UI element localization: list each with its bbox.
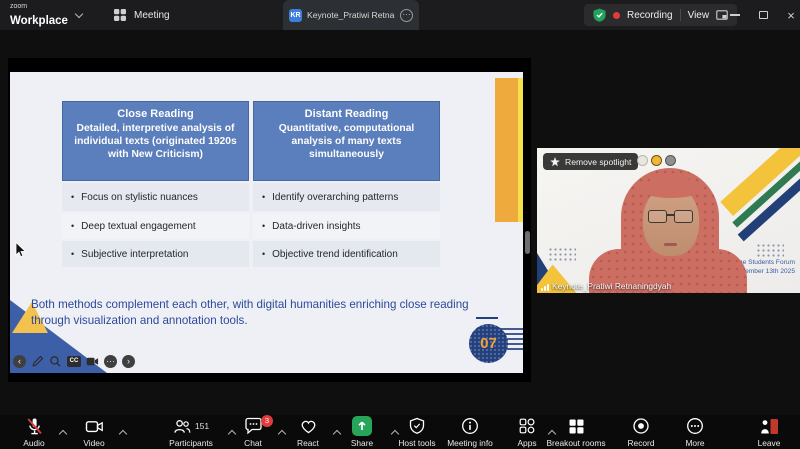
table-header-close-reading: Close Reading Detailed, interpretive ana… xyxy=(62,101,249,181)
table-cell: Identify overarching patterns xyxy=(272,192,398,203)
participant-name-label: Keynote_Pratiwi Retnaningdyah xyxy=(541,281,671,291)
speaker-hijab-brim xyxy=(639,178,703,198)
gallery-icon xyxy=(113,8,127,22)
view-button[interactable]: View xyxy=(688,10,710,21)
camera-icon xyxy=(85,418,104,435)
tab-keynote-document[interactable]: KR Keynote_Pratiwi Retnaningdyah's ··· xyxy=(283,0,419,30)
remove-spotlight-label: Remove spotlight xyxy=(565,157,631,167)
security-shield-icon[interactable] xyxy=(593,8,606,22)
restore-button[interactable] xyxy=(749,0,777,30)
bullet-icon: • xyxy=(262,192,265,202)
page-number-badge: 07 xyxy=(469,324,508,363)
table-cell: Objective trend identification xyxy=(272,249,398,260)
audio-level-icon xyxy=(541,284,549,291)
table-header-distant-reading: Distant Reading Quantitative, computatio… xyxy=(253,101,440,181)
table-row: • Deep textual engagement • Data-driven in… xyxy=(62,213,440,239)
table-cell: Focus on stylistic nuances xyxy=(81,192,198,203)
page-logo-dash xyxy=(476,317,498,319)
slide-footer-text: Both methods complement each other, with… xyxy=(31,297,507,329)
shield-icon xyxy=(408,417,426,435)
bullet-icon: • xyxy=(71,221,74,231)
zoom-logo-text: zoom xyxy=(10,3,68,11)
more-button[interactable]: More xyxy=(653,417,737,448)
leave-button[interactable]: Leave xyxy=(727,417,800,448)
recording-dot-icon xyxy=(613,12,620,19)
org-logo-icon xyxy=(637,155,648,166)
bullet-icon: • xyxy=(262,221,265,231)
bullet-icon: • xyxy=(71,192,74,202)
magnifier-icon xyxy=(49,355,62,368)
restore-icon xyxy=(759,11,768,19)
shared-screen-view[interactable]: Close Reading Detailed, interpretive ana… xyxy=(8,58,531,382)
heart-icon xyxy=(299,417,318,435)
zoom-workplace-logo[interactable]: zoom Workplace xyxy=(10,3,68,29)
forward-arrow-icon: › xyxy=(122,355,135,368)
mic-muted-icon xyxy=(25,417,44,436)
share-screen-icon xyxy=(352,416,372,436)
close-icon: × xyxy=(787,9,795,22)
more-icon xyxy=(686,417,704,435)
zoom-window: zoom Workplace Meeting KR Keynote_Pratiw… xyxy=(0,0,800,449)
comparison-table: Close Reading Detailed, interpretive ana… xyxy=(62,101,440,267)
column-title: Close Reading xyxy=(70,107,241,121)
share-scrollbar-thumb[interactable] xyxy=(525,231,530,254)
meeting-content-area: Close Reading Detailed, interpretive ana… xyxy=(0,30,800,415)
bullet-icon: • xyxy=(71,249,74,259)
speaker-glasses xyxy=(648,210,694,224)
slide-yellow-bar-decoration xyxy=(518,78,523,222)
meeting-tab-label: Meeting xyxy=(134,10,170,21)
breakout-rooms-icon xyxy=(568,418,585,435)
minimize-icon xyxy=(730,14,740,16)
speaker-mouth xyxy=(664,243,677,246)
speaker-video-tile[interactable]: Language Students Forum September 13th 2… xyxy=(537,148,800,293)
divider xyxy=(680,9,681,21)
recording-label: Recording xyxy=(627,10,673,21)
close-button[interactable]: × xyxy=(777,0,800,30)
column-subtitle: Detailed, interpretive analysis of indiv… xyxy=(70,122,241,161)
presentation-slide: Close Reading Detailed, interpretive ana… xyxy=(10,72,523,373)
spotlight-icon xyxy=(550,157,560,167)
minimize-button[interactable] xyxy=(721,0,749,30)
workplace-logo-text: Workplace xyxy=(10,15,68,27)
slide-orange-bar-decoration xyxy=(495,78,518,222)
titlebar: zoom Workplace Meeting KR Keynote_Pratiw… xyxy=(0,0,800,30)
table-row: • Focus on stylistic nuances • Identify ov… xyxy=(62,183,440,211)
leave-icon xyxy=(759,418,779,435)
dot-grid-decoration xyxy=(756,243,784,259)
table-row: • Subjective interpretation • Objective tr… xyxy=(62,241,440,267)
more-options-icon: ··· xyxy=(104,355,117,368)
back-arrow-icon: ‹ xyxy=(13,355,26,368)
video-button[interactable]: Video xyxy=(52,417,136,448)
participant-name: Keynote_Pratiwi Retnaningdyah xyxy=(552,281,671,291)
info-icon xyxy=(461,417,479,435)
doc-tab-label: Keynote_Pratiwi Retnaningdyah's xyxy=(307,10,395,20)
doc-initials-badge: KR xyxy=(289,9,302,22)
cc-icon: CC xyxy=(67,356,81,367)
remove-spotlight-button[interactable]: Remove spotlight xyxy=(543,153,638,170)
org-logo-icon xyxy=(665,155,676,166)
camera-icon xyxy=(86,355,99,368)
table-cell: Data-driven insights xyxy=(272,221,360,232)
table-cell: Subjective interpretation xyxy=(81,249,188,260)
video-options-chevron[interactable] xyxy=(120,424,126,442)
participants-count: 151 xyxy=(195,421,209,431)
chevron-down-icon[interactable] xyxy=(75,10,83,18)
bullet-icon: • xyxy=(262,249,265,259)
tab-meeting[interactable]: Meeting xyxy=(105,0,178,30)
recording-status-pill: Recording View xyxy=(584,4,737,26)
table-cell: Deep textual engagement xyxy=(81,221,196,232)
chat-icon xyxy=(244,417,263,435)
participants-icon xyxy=(173,418,191,435)
presenter-annotation-toolbar: ‹ CC ··· › xyxy=(13,355,135,368)
pen-icon xyxy=(31,355,44,368)
mouse-cursor xyxy=(15,242,27,258)
org-logo-icon xyxy=(651,155,662,166)
record-icon xyxy=(632,417,650,435)
dot-grid-decoration xyxy=(548,247,576,261)
column-subtitle: Quantitative, computational analysis of … xyxy=(261,122,432,161)
meeting-toolbar: Audio Video 151 xyxy=(0,415,800,449)
column-title: Distant Reading xyxy=(261,107,432,121)
tab-options-icon[interactable]: ··· xyxy=(400,9,413,22)
